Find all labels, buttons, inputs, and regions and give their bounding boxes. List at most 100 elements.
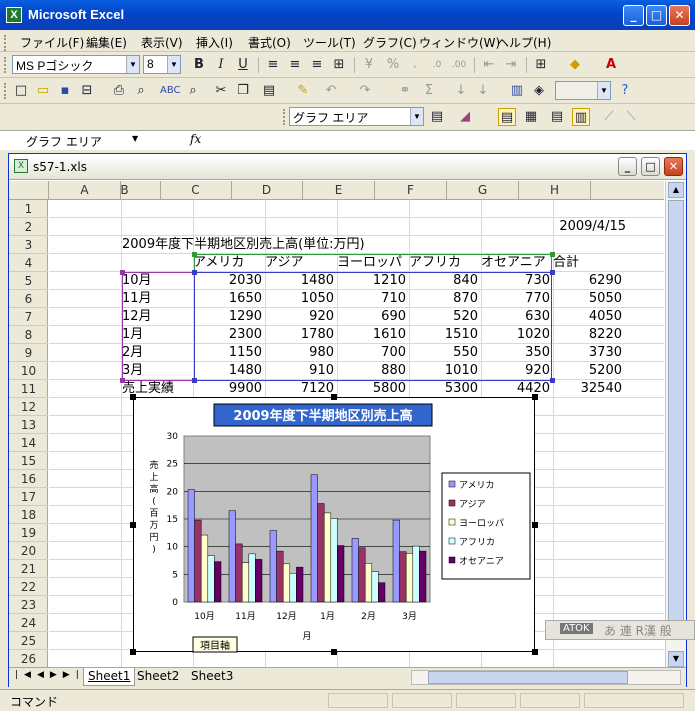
menu-help[interactable]: ヘルプ(H): [497, 34, 551, 51]
row-header[interactable]: 12: [9, 398, 48, 416]
column-header[interactable]: G: [447, 181, 519, 200]
decrease-indent-icon[interactable]: ⇤: [480, 56, 498, 74]
permission-icon[interactable]: ⊟: [78, 82, 96, 100]
fill-color-icon[interactable]: ◆: [566, 56, 584, 74]
format-chart-area-icon[interactable]: ▤: [428, 108, 446, 126]
format-painter-icon[interactable]: ✎: [294, 82, 312, 100]
column-header[interactable]: B: [89, 181, 161, 200]
research-icon[interactable]: ⌕: [184, 82, 202, 100]
menu-file[interactable]: ファイル(F): [20, 34, 84, 51]
menu-insert[interactable]: 挿入(I): [196, 34, 233, 51]
row-header[interactable]: 13: [9, 416, 48, 434]
chart-wizard-icon[interactable]: ▥: [508, 82, 526, 100]
increase-decimal-icon[interactable]: .0: [428, 56, 446, 74]
by-column-icon[interactable]: ▥: [572, 108, 590, 126]
column-header[interactable]: E: [303, 181, 375, 200]
range-handle[interactable]: [550, 378, 555, 383]
row-header[interactable]: 24: [9, 614, 48, 632]
font-name-combo[interactable]: MS Pゴシック ▼: [12, 55, 140, 74]
range-handle[interactable]: [192, 270, 197, 275]
scroll-up-icon[interactable]: ▲: [668, 182, 684, 198]
minimize-button[interactable]: _: [623, 5, 644, 26]
row-header[interactable]: 3: [9, 236, 48, 254]
tab-sheet3[interactable]: Sheet3: [187, 668, 237, 686]
decrease-decimal-icon[interactable]: .00: [450, 56, 468, 74]
row-header[interactable]: 2: [9, 218, 48, 236]
drawing-icon[interactable]: ◈: [530, 82, 548, 100]
range-handle[interactable]: [120, 378, 125, 383]
borders-icon[interactable]: ⊞: [532, 56, 550, 74]
total-cell[interactable]: 5800: [336, 380, 406, 398]
toolbar-grip[interactable]: [283, 109, 286, 125]
column-header[interactable]: F: [375, 181, 447, 200]
row-header[interactable]: 19: [9, 524, 48, 542]
row-header[interactable]: 9: [9, 344, 48, 362]
chart-area[interactable]: 2009年度下半期地区別売上高 0 5 10 15 20 25 30 10月 11月 12月 1月 2月…: [133, 397, 535, 653]
row-header[interactable]: 5: [9, 272, 48, 290]
hyperlink-icon[interactable]: ⚭: [396, 82, 414, 100]
menu-view[interactable]: 表示(V): [141, 34, 183, 51]
column-header[interactable]: C: [160, 181, 232, 200]
column-header[interactable]: D: [231, 181, 303, 200]
menu-tools[interactable]: ツール(T): [303, 34, 356, 51]
value-cell[interactable]: 5200: [552, 362, 622, 380]
percent-icon[interactable]: %: [384, 56, 402, 74]
range-handle[interactable]: [120, 270, 125, 275]
bold-icon[interactable]: B: [190, 56, 208, 74]
menu-edit[interactable]: 編集(E): [86, 34, 127, 51]
menu-chart[interactable]: グラフ(C): [363, 34, 417, 51]
cell-h1-date[interactable]: 2009/4/15: [540, 218, 626, 236]
menu-grip[interactable]: [4, 35, 7, 51]
data-table-icon[interactable]: ▦: [522, 108, 540, 126]
row-header[interactable]: 1: [9, 200, 48, 218]
hscroll-thumb[interactable]: [428, 671, 628, 684]
toolbar-grip[interactable]: [4, 83, 7, 99]
row-header[interactable]: 15: [9, 452, 48, 470]
menu-window[interactable]: ウィンドウ(W): [419, 34, 500, 51]
range-handle[interactable]: [192, 252, 197, 257]
row-header[interactable]: 17: [9, 488, 48, 506]
sort-descending-icon[interactable]: ↓: [474, 82, 492, 100]
chart-handle[interactable]: [130, 394, 136, 400]
wb-restore-button[interactable]: □: [641, 157, 660, 176]
chevron-down-icon[interactable]: ▼: [410, 108, 423, 125]
chevron-down-icon[interactable]: ▼: [167, 56, 180, 73]
chevron-down-icon[interactable]: ▼: [597, 82, 610, 99]
formula-input[interactable]: [208, 132, 688, 150]
range-handle[interactable]: [550, 252, 555, 257]
undo-icon[interactable]: ↶: [322, 82, 340, 100]
row-header[interactable]: 26: [9, 650, 48, 668]
chart-handle[interactable]: [532, 522, 538, 528]
tab-nav-icon[interactable]: |◀◀▶▶|: [15, 670, 85, 680]
copy-icon[interactable]: ❐: [234, 82, 252, 100]
chart-handle[interactable]: [130, 649, 136, 655]
legend-icon[interactable]: ▤: [498, 108, 516, 126]
align-right-icon[interactable]: ≡: [308, 56, 326, 74]
paste-icon[interactable]: ▤: [260, 82, 278, 100]
row-header[interactable]: 4: [9, 254, 48, 272]
zoom-combo[interactable]: ▼: [555, 81, 611, 100]
currency-icon[interactable]: ¥: [360, 56, 378, 74]
row-header[interactable]: 23: [9, 596, 48, 614]
row-header[interactable]: 11: [9, 380, 48, 398]
chart-type-icon[interactable]: ◢: [456, 108, 474, 126]
row-header[interactable]: 21: [9, 560, 48, 578]
by-row-icon[interactable]: ▤: [548, 108, 566, 126]
chart-handle[interactable]: [532, 649, 538, 655]
open-icon[interactable]: ▭: [34, 82, 52, 100]
row-header[interactable]: 18: [9, 506, 48, 524]
increase-indent-icon[interactable]: ⇥: [502, 56, 520, 74]
tab-sheet2[interactable]: Sheet2: [133, 668, 183, 686]
column-header[interactable]: H: [519, 181, 591, 200]
ime-bar[interactable]: ATOK あ 連 R漢 般: [545, 620, 695, 640]
name-box[interactable]: グラフ エリア ▼: [6, 132, 146, 150]
chevron-down-icon[interactable]: ▼: [126, 56, 139, 73]
total-cell[interactable]: 32540: [552, 380, 622, 398]
row-header[interactable]: 16: [9, 470, 48, 488]
help-icon[interactable]: ?: [616, 82, 634, 100]
fx-icon[interactable]: fx: [190, 132, 201, 146]
scroll-down-icon[interactable]: ▼: [668, 651, 684, 667]
wb-close-button[interactable]: ✕: [664, 157, 683, 176]
toolbar-grip[interactable]: [4, 57, 7, 73]
merge-center-icon[interactable]: ⊞: [330, 56, 348, 74]
